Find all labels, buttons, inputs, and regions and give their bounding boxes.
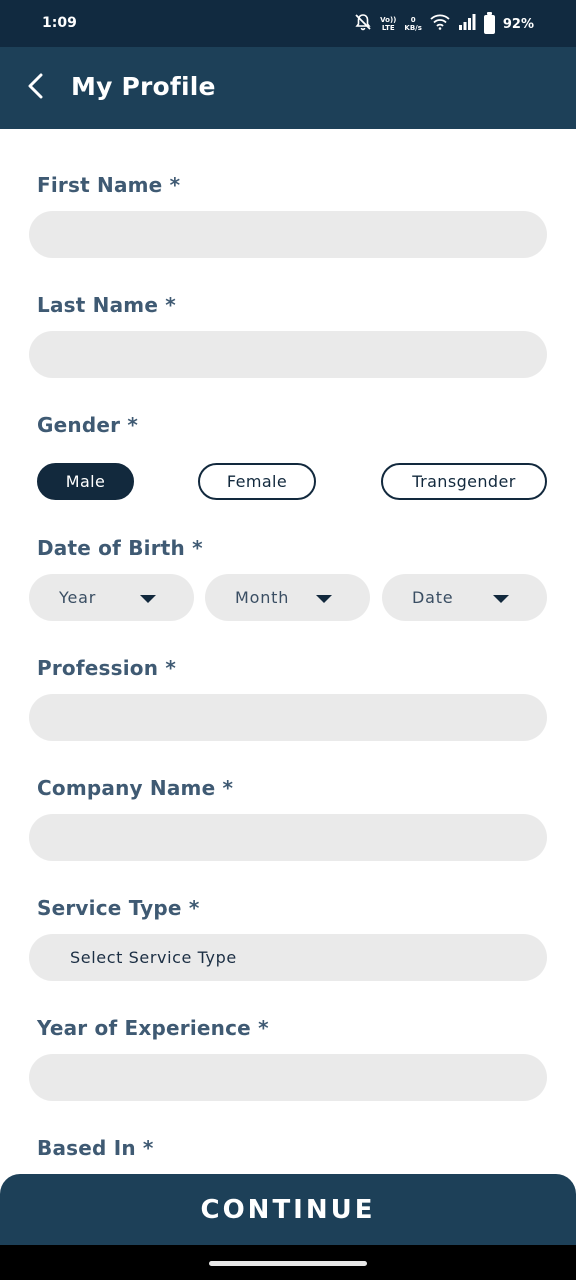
dropdown-arrow-icon — [316, 595, 332, 603]
dob-date-select[interactable]: Date — [382, 574, 547, 621]
dob-month-value: Month — [235, 588, 290, 607]
dob-year-value: Year — [59, 588, 97, 607]
gender-female-button[interactable]: Female — [198, 463, 316, 500]
back-button[interactable] — [18, 70, 54, 106]
dropdown-arrow-icon — [140, 595, 156, 603]
battery-percent: 92% — [502, 16, 534, 32]
status-icons: Vo)) LTE 0 KB/s 92% — [354, 11, 534, 35]
system-nav-bar — [0, 1245, 576, 1280]
dob-year-select[interactable]: Year — [29, 574, 194, 621]
company-name-field[interactable] — [29, 814, 547, 861]
experience-label: Year of Experience * — [37, 1016, 269, 1040]
gender-male-button[interactable]: Male — [37, 463, 134, 500]
bell-off-icon — [354, 13, 372, 35]
app-bar: My Profile — [0, 47, 576, 129]
continue-button[interactable]: CONTINUE — [0, 1174, 576, 1245]
last-name-label: Last Name * — [37, 293, 176, 317]
dob-month-select[interactable]: Month — [205, 574, 370, 621]
first-name-label: First Name * — [37, 173, 181, 197]
chevron-left-icon — [26, 73, 46, 103]
experience-field[interactable] — [29, 1054, 547, 1101]
service-type-select[interactable]: Select Service Type — [29, 934, 547, 981]
company-name-label: Company Name * — [37, 776, 234, 800]
profession-label: Profession * — [37, 656, 176, 680]
status-bar: 1:09 Vo)) LTE 0 KB/s 92% — [0, 0, 576, 47]
signal-icon — [458, 14, 476, 34]
dob-label: Date of Birth * — [37, 536, 203, 560]
battery-icon — [483, 11, 495, 34]
dropdown-arrow-icon — [493, 595, 509, 603]
network-speed: 0 KB/s — [404, 16, 422, 32]
dob-date-value: Date — [412, 588, 454, 607]
based-in-label: Based In * — [37, 1136, 154, 1160]
last-name-field[interactable] — [29, 331, 547, 378]
page-title: My Profile — [71, 72, 216, 101]
first-name-field[interactable] — [29, 211, 547, 258]
status-time: 1:09 — [42, 15, 77, 31]
gender-transgender-button[interactable]: Transgender — [381, 463, 547, 500]
volte-indicator: Vo)) LTE — [380, 16, 397, 32]
gender-label: Gender * — [37, 413, 138, 437]
wifi-icon — [430, 14, 450, 34]
home-indicator[interactable] — [209, 1261, 367, 1266]
profession-field[interactable] — [29, 694, 547, 741]
service-type-label: Service Type * — [37, 896, 200, 920]
